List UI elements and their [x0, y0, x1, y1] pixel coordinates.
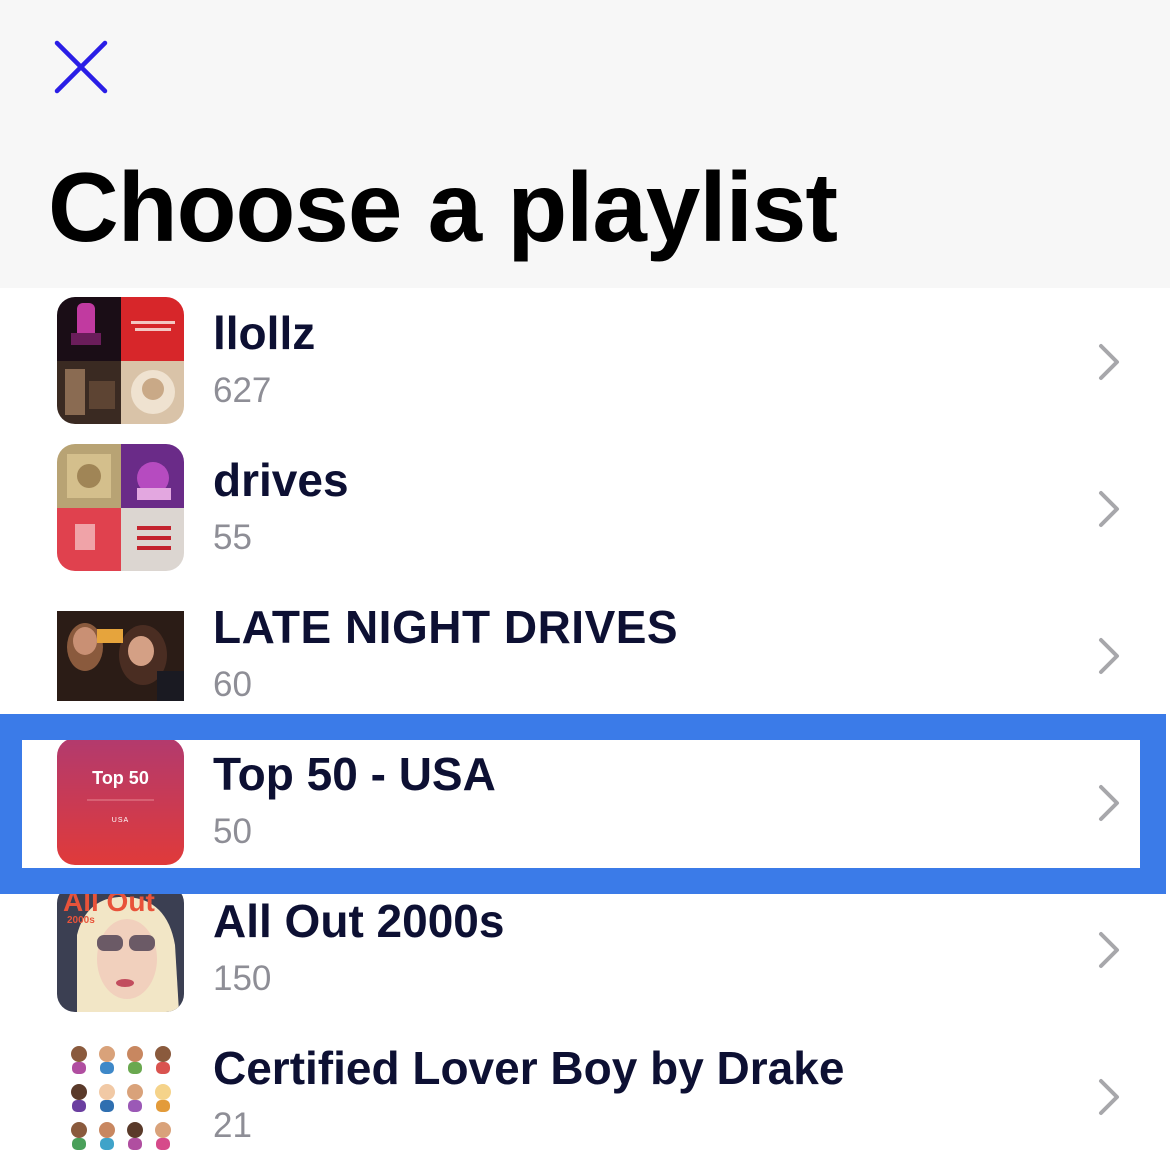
playlist-track-count: 627 [213, 371, 272, 410]
playlist-track-count: 60 [213, 665, 252, 704]
playlist-cover-image [57, 297, 184, 424]
playlist-name: All Out 2000s [213, 895, 505, 947]
playlist-name: Certified Lover Boy by Drake [213, 1042, 845, 1094]
playlist-name: drives [213, 454, 349, 506]
close-button[interactable] [40, 26, 122, 108]
chevron-right-icon [1096, 930, 1122, 970]
playlist-cover-image [57, 444, 184, 571]
playlist-row-llollz[interactable]: llollz 627 [0, 288, 1170, 435]
cover-title: Top 50 [92, 768, 149, 788]
chevron-right-icon [1096, 636, 1122, 676]
chevron-right-icon [1096, 489, 1122, 529]
playlist-name: Top 50 - USA [213, 748, 496, 800]
playlist-row-all-out-2000s[interactable]: All Out 2000s All Out 2000s 150 [0, 876, 1170, 1023]
playlist-name: LATE NIGHT DRIVES [213, 601, 679, 653]
playlist-cover-image [57, 1032, 184, 1159]
chevron-right-icon [1096, 342, 1122, 382]
playlist-row-top-50-usa[interactable]: Top 50 USA Top 50 - USA 50 [0, 729, 1170, 876]
playlist-cover-image: All Out 2000s [57, 885, 184, 1012]
playlist-track-count: 21 [213, 1106, 252, 1145]
playlist-track-count: 150 [213, 959, 272, 998]
playlist-chooser-screen: Choose a playlist llollz 627 drives 55 L… [0, 0, 1170, 1174]
header: Choose a playlist [0, 0, 1170, 288]
cover-subtitle: 2000s [67, 915, 95, 926]
playlist-row-certified-lover-boy[interactable]: Certified Lover Boy by Drake 21 [0, 1023, 1170, 1170]
chevron-right-icon [1096, 1077, 1122, 1117]
cover-subtitle: USA [112, 817, 129, 824]
cover-title: All Out [63, 886, 155, 917]
playlist-cover-image [57, 611, 184, 701]
chevron-right-icon [1096, 783, 1122, 823]
playlist-track-count: 55 [213, 518, 252, 557]
page-title: Choose a playlist [48, 152, 838, 262]
playlist-cover-image: Top 50 USA [57, 738, 184, 865]
playlist-row-drives[interactable]: drives 55 [0, 435, 1170, 582]
close-icon [54, 40, 108, 94]
playlist-name: llollz [213, 307, 316, 359]
playlist-row-late-night-drives[interactable]: LATE NIGHT DRIVES 60 [0, 582, 1170, 729]
playlist-track-count: 50 [213, 812, 252, 851]
